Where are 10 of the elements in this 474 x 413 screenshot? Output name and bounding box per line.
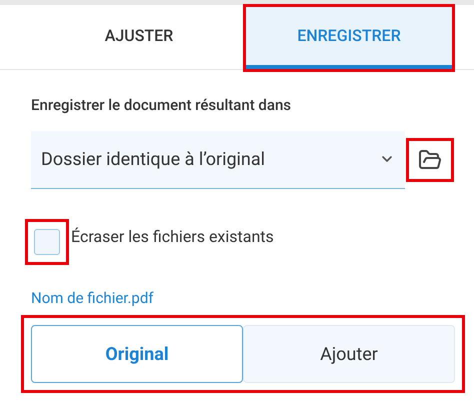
checkbox[interactable]: [34, 228, 60, 254]
tab[interactable]: ENREGISTRER: [246, 7, 452, 69]
segment-option[interactable]: Original: [31, 325, 243, 383]
field-label: Enregistrer le document résultant dans: [31, 95, 292, 116]
folder-select[interactable]: Dossier identique à l’original: [31, 130, 405, 188]
tab[interactable]: AJUSTER: [36, 5, 242, 67]
folder-open-icon: [418, 148, 442, 172]
segment-option[interactable]: Ajouter: [243, 325, 455, 383]
checkbox-label: Écraser les fichiers existants: [71, 226, 274, 248]
file-name-link[interactable]: Nom de fichier.pdf: [31, 286, 454, 309]
